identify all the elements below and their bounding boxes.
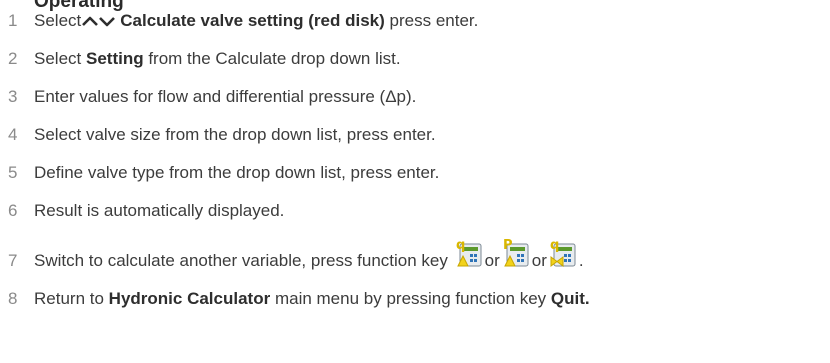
step-end: . bbox=[584, 289, 590, 308]
step-text: Select bbox=[34, 49, 82, 68]
step-text: Select bbox=[34, 11, 82, 30]
step-bold-text: Calculate valve setting (red disk) bbox=[120, 11, 385, 30]
step-text: Switch to calculate another variable, pr… bbox=[34, 251, 448, 270]
step-number: 5 bbox=[8, 163, 18, 182]
step-text: press enter. bbox=[389, 11, 479, 30]
instruction-steps: 1 Select Calculate valve setting (red di… bbox=[0, 0, 830, 363]
step-number: 6 bbox=[8, 201, 18, 220]
key-letter: P bbox=[503, 238, 513, 253]
step-bold-text: Hydronic Calculator bbox=[108, 289, 271, 308]
step-text: Select valve size from the drop down lis… bbox=[34, 125, 436, 144]
step-number: 7 bbox=[8, 251, 18, 270]
up-down-arrow-icon bbox=[82, 15, 116, 27]
or-text: or bbox=[531, 251, 547, 270]
step-number: 1 bbox=[8, 11, 18, 30]
step-number: 2 bbox=[8, 49, 18, 68]
step-number: 8 bbox=[8, 289, 18, 308]
or-text: or bbox=[484, 251, 500, 270]
pressure-temp-calc-icon[interactable]: P bbox=[502, 238, 530, 268]
step-text: Result is automatically displayed. bbox=[34, 201, 285, 220]
step-number: 3 bbox=[8, 87, 18, 106]
step-text: main menu by pressing function key bbox=[274, 289, 547, 308]
key-letter: q bbox=[456, 238, 465, 253]
quit-key-label: Quit bbox=[550, 289, 585, 308]
step-text: Define valve type from the drop down lis… bbox=[34, 163, 440, 182]
step-text: from the Calculate drop down list. bbox=[148, 49, 401, 68]
key-letter: q bbox=[550, 238, 559, 253]
step-bold-text: Setting bbox=[85, 49, 144, 68]
step-text: Enter values for flow and differential p… bbox=[34, 87, 417, 106]
flow-valve-calc-icon[interactable]: q bbox=[549, 238, 577, 268]
step-number: 4 bbox=[8, 125, 18, 144]
flow-dp-calc-icon[interactable]: q bbox=[455, 238, 483, 268]
step-end: . bbox=[578, 251, 584, 270]
step-text: Return to bbox=[34, 289, 104, 308]
